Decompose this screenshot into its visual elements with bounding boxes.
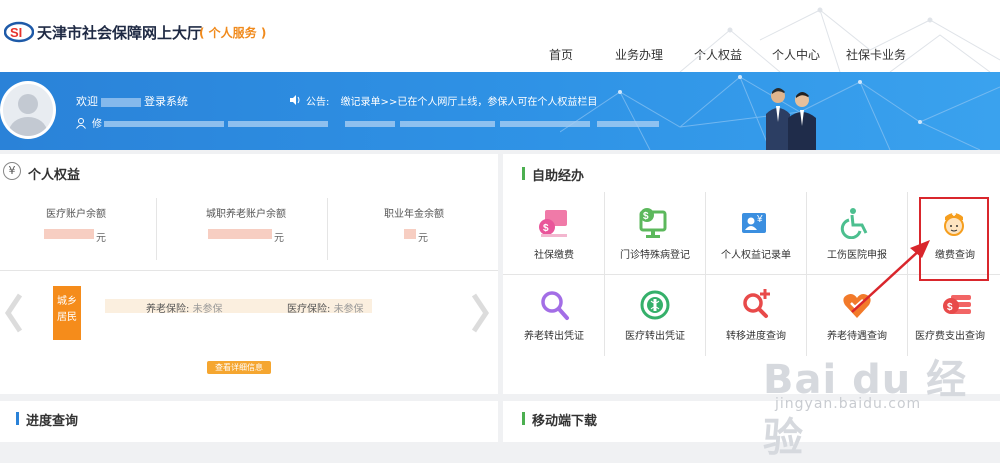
- medical-balance-label: 医疗账户余额: [46, 209, 106, 220]
- welcome-text: 欢迎 登录系统: [76, 93, 188, 109]
- section-accent-bar: [522, 412, 525, 425]
- welcome-prefix: 欢迎: [76, 95, 98, 108]
- medical-balance-unit: 元: [96, 233, 106, 244]
- notice-label: 公告:: [306, 97, 330, 108]
- info-mask: [500, 121, 590, 127]
- annuity-balance-mask: [404, 229, 416, 239]
- baidu-watermark-url: jingyan.baidu.com: [775, 396, 922, 412]
- notice-line[interactable]: 公告: 缴记录单>>已在个人网厅上线，参保人可在个人权益栏目: [306, 93, 597, 108]
- divider: [0, 270, 498, 271]
- wheelchair-icon: [840, 208, 868, 239]
- service-medical-transfer-voucher[interactable]: 医疗转出凭证: [605, 327, 705, 342]
- card-icon: ¥: [742, 213, 766, 233]
- pension-insurance-status: 养老保险: 未参保: [146, 300, 223, 315]
- site-title: 天津市社会保障网上大厅: [37, 24, 203, 42]
- info-mask: [345, 121, 395, 127]
- avatar-silhouette-icon: [9, 94, 47, 136]
- monitor-icon: $: [639, 208, 667, 238]
- divider: [327, 198, 328, 260]
- business-people-illustration: [766, 88, 816, 150]
- user-avatar[interactable]: [0, 81, 56, 139]
- notice-text: 缴记录单>>已在个人网厅上线，参保人可在个人权益栏目: [340, 97, 598, 108]
- view-details-button[interactable]: 查看详细信息: [207, 361, 271, 374]
- info-mask: [228, 121, 328, 127]
- site-subtitle: ( 个人服务 ): [199, 26, 267, 40]
- pension-balance-mask: [208, 229, 272, 239]
- welcome-banner: [0, 72, 1000, 150]
- service-pension-benefit-query[interactable]: 养老待遇查询: [807, 327, 907, 342]
- svg-text:$: $: [643, 211, 649, 222]
- next-arrow-icon[interactable]: [468, 291, 492, 335]
- annotation-arrow: [851, 240, 930, 313]
- svg-text:$: $: [947, 302, 953, 313]
- medical-insurance-value: 未参保: [333, 304, 364, 315]
- section-accent-bar: [522, 167, 525, 180]
- resident-badge: 城乡居民: [53, 286, 81, 340]
- annuity-balance-label: 职业年金余额: [384, 209, 444, 220]
- info-mask: [400, 121, 495, 127]
- personal-rights-panel: [0, 154, 498, 394]
- pension-balance-unit: 元: [274, 233, 284, 244]
- nav-home[interactable]: 首页: [549, 46, 573, 64]
- divider: [156, 198, 157, 260]
- pension-insurance-label: 养老保险:: [146, 304, 190, 315]
- progress-title: 进度查询: [26, 414, 79, 429]
- site-logo-icon: SI: [4, 21, 34, 43]
- prev-arrow-icon[interactable]: [2, 291, 26, 335]
- payment-icon: $: [539, 210, 567, 237]
- info-mask: [104, 121, 224, 127]
- svg-text:SI: SI: [10, 25, 22, 40]
- welcome-suffix: 登录系统: [144, 95, 188, 108]
- service-outpatient-registration[interactable]: 门诊特殊病登记: [605, 246, 705, 261]
- service-transfer-progress[interactable]: 转移进度查询: [706, 327, 806, 342]
- service-medical-expense-query[interactable]: 医疗费支出查询: [900, 327, 1000, 342]
- service-social-payment[interactable]: 社保缴费: [504, 246, 604, 261]
- coins-icon: $: [943, 295, 971, 314]
- personal-rights-title: 个人权益: [28, 168, 81, 183]
- speaker-icon: [290, 95, 300, 105]
- medical-icon: [640, 290, 670, 320]
- service-pension-transfer-voucher[interactable]: 养老转出凭证: [504, 327, 604, 342]
- site-header: SI 天津市社会保障网上大厅 ( 个人服务 ) 首页 业务办理 个人权益 个人中…: [0, 0, 1000, 72]
- annuity-balance-unit: 元: [418, 233, 428, 244]
- username-mask: [101, 97, 141, 107]
- yen-icon: ¥: [3, 162, 21, 180]
- pension-balance-label: 城职养老账户余额: [206, 209, 286, 220]
- user-icon: [76, 118, 86, 129]
- user-info-line: 修: [92, 119, 102, 130]
- medical-balance-mask: [44, 229, 94, 239]
- info-mask: [597, 121, 659, 127]
- self-service-title: 自助经办: [532, 169, 585, 184]
- medical-insurance-label: 医疗保险:: [287, 304, 331, 315]
- medical-insurance-status: 医疗保险: 未参保: [287, 300, 364, 315]
- header-decoration: [679, 7, 1000, 72]
- svg-text:¥: ¥: [756, 214, 763, 225]
- pension-insurance-value: 未参保: [192, 304, 223, 315]
- section-accent-bar: [16, 412, 19, 425]
- mobile-download-title: 移动端下载: [532, 414, 598, 429]
- search-icon: [541, 291, 569, 320]
- search-plus-icon: [743, 289, 770, 318]
- service-rights-record[interactable]: 个人权益记录单: [706, 246, 806, 261]
- svg-text:$: $: [543, 223, 549, 234]
